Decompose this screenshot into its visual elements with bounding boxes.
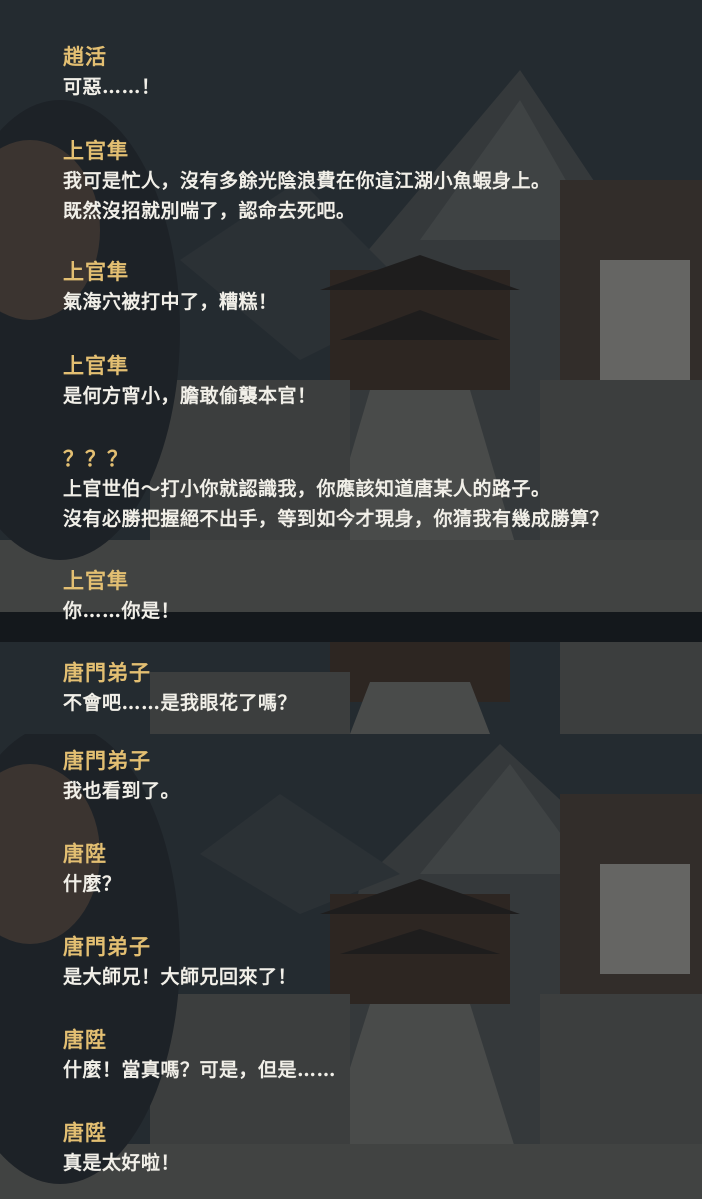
dialogue-line: 什麼！當真嗎？可是，但是…… — [63, 1059, 337, 1081]
dialogue-entry: 唐門弟子 不會吧……是我眼花了嗎？ — [63, 660, 297, 718]
speaker-name: 唐陞 — [63, 1027, 107, 1052]
dialogue-entry: 上官隼 氣海穴被打中了，糟糕！ — [63, 259, 278, 317]
dialogue-entry: 唐陞 什麼？ — [63, 841, 122, 899]
speaker-name: 趙活 — [63, 44, 107, 69]
dialogue-line: 不會吧……是我眼花了嗎？ — [63, 692, 298, 714]
dialogue-line: 你……你是！ — [63, 600, 181, 622]
dialogue-line: 氣海穴被打中了，糟糕！ — [63, 291, 278, 313]
dialogue-line: 可惡……！ — [63, 76, 161, 98]
dialogue-log: 趙活 可惡……！ 上官隼 我可是忙人，沒有多餘光陰浪費在你這江湖小魚蝦身上。 既… — [0, 0, 702, 1199]
dialogue-line: 我也看到了。 — [63, 780, 181, 802]
speaker-name: 上官隼 — [63, 138, 129, 163]
dialogue-line: 既然沒招就別喘了，認命去死吧。 — [63, 200, 356, 222]
dialogue-entry: 唐陞 真是太好啦！ — [63, 1120, 180, 1178]
dialogue-entry: 上官隼 我可是忙人，沒有多餘光陰浪費在你這江湖小魚蝦身上。 既然沒招就別喘了，認… — [63, 138, 551, 226]
speaker-name: 唐門弟子 — [63, 660, 151, 685]
speaker-name: ？？？ — [63, 446, 129, 471]
dialogue-entry: 唐陞 什麼！當真嗎？可是，但是…… — [63, 1027, 336, 1085]
dialogue-line: 真是太好啦！ — [63, 1152, 181, 1174]
speaker-name: 唐陞 — [63, 1120, 107, 1145]
dialogue-entry: 唐門弟子 是大師兄！大師兄回來了！ — [63, 934, 297, 992]
speaker-name: 上官隼 — [63, 568, 129, 593]
dialogue-line: 我可是忙人，沒有多餘光陰浪費在你這江湖小魚蝦身上。 — [63, 170, 551, 192]
dialogue-line: 沒有必勝把握絕不出手，等到如今才現身，你猜我有幾成勝算？ — [63, 508, 610, 530]
speaker-name: 唐門弟子 — [63, 748, 151, 773]
speaker-name: 上官隼 — [63, 353, 129, 378]
dialogue-line: 上官世伯～打小你就認識我，你應該知道唐某人的路子。 — [63, 478, 551, 500]
dialogue-line: 是大師兄！大師兄回來了！ — [63, 966, 298, 988]
dialogue-entry: 唐門弟子 我也看到了。 — [63, 748, 180, 806]
dialogue-entry: 上官隼 你……你是！ — [63, 568, 180, 626]
speaker-name: 唐陞 — [63, 841, 107, 866]
dialogue-entry: 趙活 可惡……！ — [63, 44, 161, 102]
speaker-name: 唐門弟子 — [63, 934, 151, 959]
dialogue-entry: 上官隼 是何方宵小，膽敢偷襲本官！ — [63, 353, 317, 411]
dialogue-line: 是何方宵小，膽敢偷襲本官！ — [63, 385, 317, 407]
speaker-name: 上官隼 — [63, 259, 129, 284]
dialogue-entry: ？？？ 上官世伯～打小你就認識我，你應該知道唐某人的路子。 沒有必勝把握絕不出手… — [63, 446, 609, 534]
dialogue-line: 什麼？ — [63, 873, 122, 895]
